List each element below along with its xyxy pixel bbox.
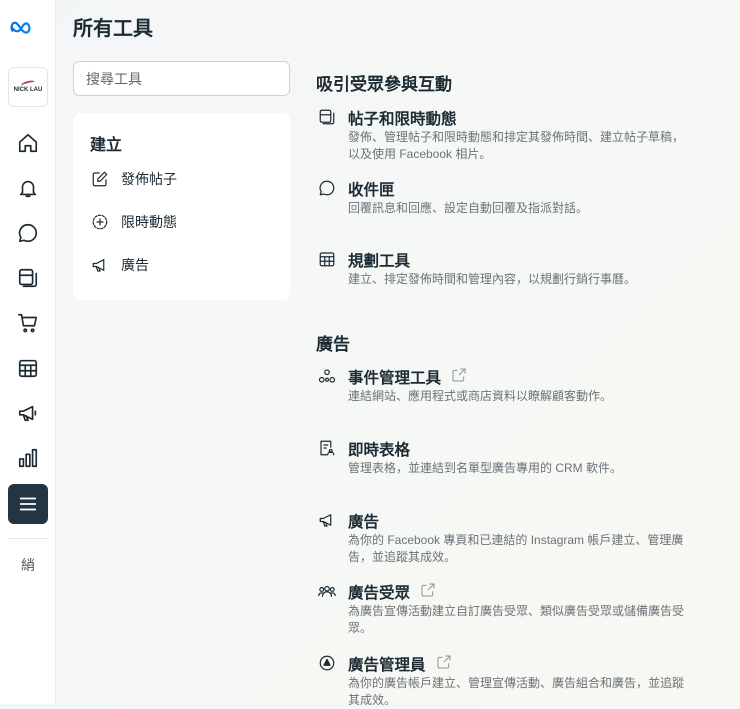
profile-avatar[interactable]: NICK LAU <box>8 67 48 107</box>
section-title-engagement: 吸引受眾參與互動 <box>316 75 452 94</box>
sidebar-item-planner[interactable] <box>8 348 48 388</box>
create-story-button[interactable]: 限時動態 <box>91 212 177 232</box>
sidebar-item-insights[interactable] <box>8 438 48 478</box>
tool-name: 規劃工具 <box>348 253 411 270</box>
tool-name: 收件匣 <box>348 182 395 199</box>
bar-chart-icon <box>18 448 38 468</box>
tool-desc: 管理表格，並連結到名單型廣告專用的 CRM 軟件。 <box>348 461 622 475</box>
pages-icon <box>318 108 336 126</box>
sidebar-item-inbox[interactable] <box>8 213 48 253</box>
sidebar-item-shop[interactable] <box>8 303 48 343</box>
chat-icon <box>18 223 37 243</box>
tool-desc: 為廣告宣傳活動建立自訂廣告受眾、類似廣告受眾或儲備廣告受眾。 <box>348 604 685 635</box>
ads-manager-icon <box>318 654 336 672</box>
tool-desc: 為你的 Facebook 專頁和已連結的 Instagram 帳戶建立、管理廣告… <box>348 533 684 564</box>
calendar-grid-icon <box>18 359 38 378</box>
sidebar-item-all-tools[interactable] <box>8 484 48 524</box>
tool-desc: 連結網站、應用程式或商店資料以瞭解顧客動作。 <box>348 389 613 403</box>
profile-logo-text: NICK LAU <box>13 87 43 93</box>
create-ad-button[interactable]: 廣告 <box>91 255 149 275</box>
edit-icon <box>92 171 108 187</box>
tool-desc: 建立、排定發佈時間和管理內容，以規劃行銷行事曆。 <box>348 272 637 286</box>
tool-desc: 回覆訊息和回應、設定自動回覆及指派對話。 <box>348 201 589 215</box>
tool-desc: 發佈、管理帖子和限時動態和排定其發佈時間、建立帖子草稿，以及使用 Faceboo… <box>348 130 685 161</box>
calendar-grid-icon <box>318 250 336 268</box>
cart-icon <box>18 313 38 333</box>
tool-name: 廣告 <box>348 514 380 531</box>
sidebar-item-ads[interactable] <box>8 393 48 433</box>
form-icon <box>318 439 336 457</box>
meta-logo[interactable] <box>10 16 32 43</box>
sidebar: NICK LAU 綃 <box>0 0 56 704</box>
create-heading: 建立 <box>90 137 123 154</box>
external-link-icon <box>451 367 467 388</box>
sidebar-item-home[interactable] <box>8 123 48 163</box>
tool-name: 廣告受眾 <box>348 585 411 602</box>
create-card: 建立 發佈帖子 限時動態 廣告 <box>73 113 290 300</box>
chat-icon <box>318 179 336 197</box>
tool-name: 事件管理工具 <box>348 370 442 387</box>
external-link-icon <box>420 582 436 603</box>
add-story-icon <box>92 214 108 230</box>
page-title: 所有工具 <box>73 18 153 40</box>
home-icon <box>18 133 38 153</box>
sidebar-item-pages[interactable] <box>8 258 48 298</box>
search-placeholder: 搜尋工具 <box>86 70 142 87</box>
tool-name: 廣告管理員 <box>348 657 426 674</box>
sidebar-divider <box>8 538 48 539</box>
pages-icon <box>18 268 38 288</box>
create-post-label: 發佈帖子 <box>121 171 177 187</box>
create-story-label: 限時動態 <box>121 214 177 230</box>
menu-icon <box>19 497 37 511</box>
megaphone-icon <box>18 405 37 422</box>
create-post-button[interactable]: 發佈帖子 <box>91 169 177 189</box>
megaphone-icon <box>92 258 105 272</box>
tool-name: 即時表格 <box>348 442 411 459</box>
search-input[interactable]: 搜尋工具 <box>73 61 290 96</box>
external-link-icon <box>436 654 452 675</box>
megaphone-icon <box>318 511 336 529</box>
events-icon <box>318 367 336 385</box>
sidebar-item-notifications[interactable] <box>8 168 48 208</box>
audience-icon <box>318 582 336 600</box>
section-title-ads: 廣告 <box>316 335 350 354</box>
tool-name: 帖子和限時動態 <box>348 111 457 128</box>
sidebar-extra-item[interactable]: 綃 <box>0 555 56 575</box>
bell-icon <box>19 180 37 198</box>
create-ad-label: 廣告 <box>121 257 149 273</box>
